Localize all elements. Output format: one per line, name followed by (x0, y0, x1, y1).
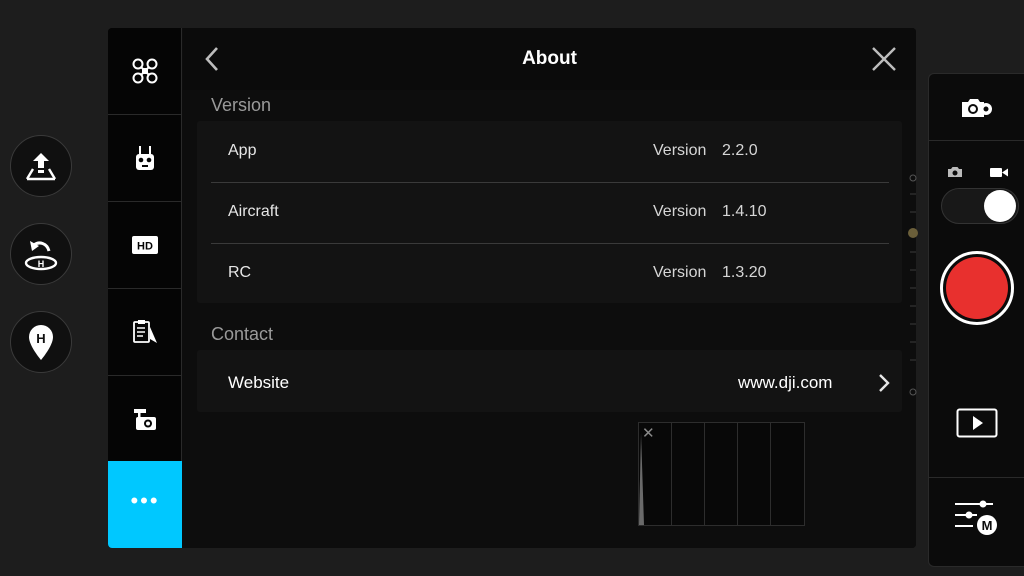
version-card: App Version 2.2.0 Aircraft Version 1.4.1… (197, 121, 902, 303)
sidenav-item-gimbal[interactable] (108, 376, 182, 463)
exposure-manual-icon[interactable]: M (953, 498, 1001, 538)
focus-slider-ticks[interactable] (907, 172, 919, 402)
page-title: About (522, 48, 577, 69)
manual-badge: M (982, 518, 993, 533)
row-version-value: 2.2.0 (722, 142, 758, 159)
return-home-icon: H (24, 241, 58, 271)
remote-controller-icon (136, 146, 154, 170)
photo-mode-icon[interactable] (947, 166, 963, 178)
toggle-knob (984, 190, 1016, 222)
panel-divider (929, 477, 1024, 478)
hd-icon: HD (132, 236, 158, 254)
version-row-rc: RC Version 1.3.20 (211, 243, 889, 304)
about-header: About (183, 28, 916, 90)
close-icon[interactable] (869, 44, 899, 74)
sidenav-item-checklist[interactable] (108, 289, 182, 376)
playback-icon[interactable] (956, 408, 998, 438)
camera-settings-icon[interactable] (960, 96, 994, 120)
sidenav-item-more[interactable]: ••• (108, 461, 182, 548)
website-row[interactable]: Website www.dji.com (197, 350, 902, 412)
gimbal-camera-icon (134, 409, 156, 430)
row-name: Aircraft (228, 203, 279, 220)
sidenav-item-aircraft[interactable] (108, 28, 182, 115)
svg-text:HD: HD (137, 241, 153, 253)
takeoff-button[interactable] (10, 135, 72, 197)
histogram[interactable]: ✕ (638, 422, 805, 526)
photo-video-toggle[interactable] (941, 188, 1019, 224)
sidenav-item-hd[interactable]: HD (108, 202, 182, 289)
panel-divider (929, 140, 1024, 141)
record-indicator (946, 257, 1008, 319)
takeoff-icon (25, 153, 57, 181)
camera-control-panel: M (928, 73, 1024, 567)
return-home-button[interactable]: H (10, 223, 72, 285)
histogram-curve (639, 433, 644, 525)
row-version-value: 1.3.20 (722, 264, 767, 281)
website-label: Website (228, 373, 290, 392)
contact-section-label: Contact (211, 324, 274, 344)
website-url[interactable]: www.dji.com (738, 373, 832, 393)
svg-text:H: H (38, 259, 45, 269)
aircraft-icon (132, 58, 158, 84)
about-content: About Version App Version 2.2.0 Aircraft… (183, 28, 916, 548)
settings-sidenav: HD ••• (108, 28, 182, 548)
row-version-value: 1.4.10 (722, 203, 767, 220)
sidenav-item-remote[interactable] (108, 115, 182, 202)
record-button[interactable] (940, 251, 1014, 325)
checklist-icon (133, 320, 157, 343)
version-row-aircraft: Aircraft Version 1.4.10 (211, 182, 889, 243)
version-row-app: App Version 2.2.0 (211, 121, 889, 182)
home-point-button[interactable]: H (10, 311, 72, 373)
row-version-label: Version (653, 142, 707, 159)
video-mode-icon[interactable] (989, 166, 1009, 178)
row-version-label: Version (653, 203, 707, 220)
row-name: RC (228, 264, 252, 281)
home-point-icon: H (29, 325, 53, 360)
row-name: App (228, 142, 257, 159)
chevron-right-icon (879, 374, 890, 392)
svg-text:H: H (36, 331, 45, 346)
more-icon: ••• (130, 487, 160, 513)
row-version-label: Version (653, 264, 707, 281)
version-section-label: Version (211, 95, 272, 115)
settings-panel: HD ••• About Version App Version 2.2.0 A… (108, 28, 916, 548)
